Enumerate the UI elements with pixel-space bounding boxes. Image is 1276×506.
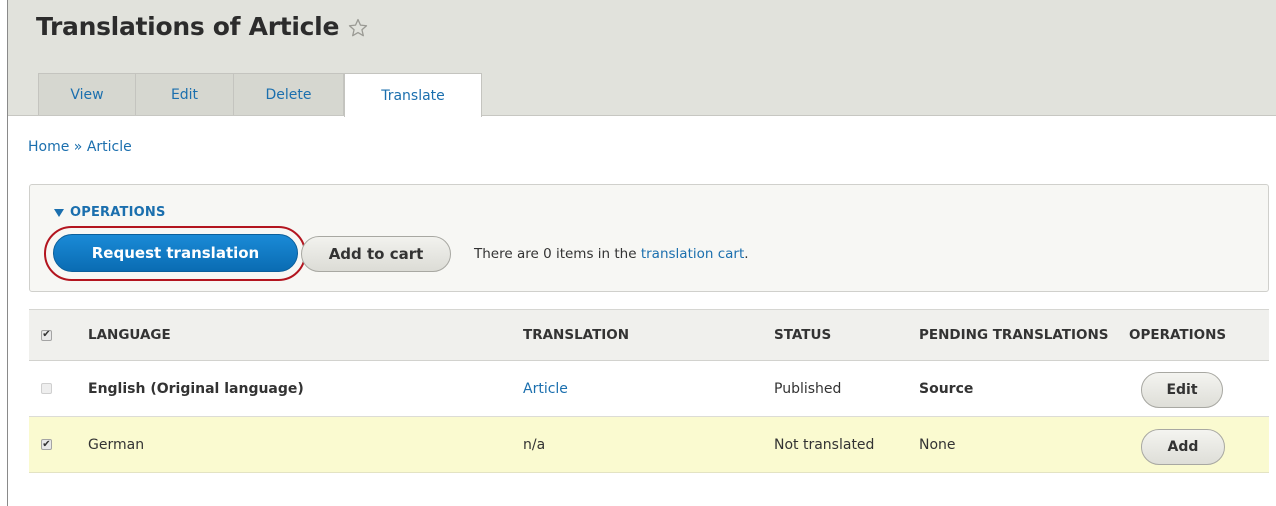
tab-edit[interactable]: Edit xyxy=(136,73,234,115)
page-title: Translations of Article xyxy=(36,12,340,41)
row-status: Not translated xyxy=(774,436,875,453)
operations-panel: OPERATIONS Request translation Add to ca… xyxy=(29,184,1269,292)
tab-delete[interactable]: Delete xyxy=(234,73,344,115)
star-icon[interactable] xyxy=(347,16,369,38)
row-pending: None xyxy=(919,436,956,453)
table-row: ✔ German n/a Not translated None Add xyxy=(29,417,1269,473)
row-checkbox[interactable]: ✔ xyxy=(41,439,52,450)
triangle-down-icon xyxy=(54,208,64,217)
row-checkbox[interactable] xyxy=(41,383,52,394)
add-button[interactable]: Add xyxy=(1141,428,1225,465)
column-header-status: STATUS xyxy=(774,327,832,343)
column-header-pending-translations: PENDING TRANSLATIONS xyxy=(919,327,1109,343)
row-operations-cell: Add xyxy=(1129,417,1225,472)
breadcrumb: Home » Article xyxy=(28,139,132,155)
table-row: English (Original language) Article Publ… xyxy=(29,361,1269,417)
row-checkbox-cell xyxy=(41,361,52,416)
row-pending: Source xyxy=(919,380,974,397)
translations-table: ✔ LANGUAGE TRANSLATION STATUS PENDING TR… xyxy=(29,309,1269,473)
row-status: Published xyxy=(774,380,842,397)
operations-summary-label: OPERATIONS xyxy=(70,205,166,220)
page-title-row: Translations of Article xyxy=(36,12,369,41)
column-header-language[interactable]: LANGUAGE xyxy=(88,310,171,360)
row-operations-cell: Edit xyxy=(1129,361,1223,416)
column-header-translation: TRANSLATION xyxy=(523,327,630,343)
cart-message-prefix: There are 0 items in the xyxy=(474,246,641,262)
row-checkbox-cell: ✔ xyxy=(41,417,52,472)
cart-message-suffix: . xyxy=(744,246,749,262)
row-language: German xyxy=(88,436,145,453)
request-translation-button[interactable]: Request translation xyxy=(53,234,298,272)
page: Translations of Article View Edit Delete… xyxy=(0,0,1276,506)
page-header: Translations of Article View Edit Delete… xyxy=(8,0,1276,117)
primary-tabs: View Edit Delete Translate xyxy=(38,73,482,117)
cart-status-message: There are 0 items in the translation car… xyxy=(474,246,749,262)
add-to-cart-button[interactable]: Add to cart xyxy=(301,236,451,272)
breadcrumb-article-link[interactable]: Article xyxy=(87,139,132,155)
header-checkbox-cell: ✔ xyxy=(41,310,52,360)
translation-cart-link[interactable]: translation cart xyxy=(641,246,744,262)
select-all-checkbox[interactable]: ✔ xyxy=(41,329,52,341)
operations-toggle[interactable]: OPERATIONS xyxy=(54,205,166,220)
row-language: English (Original language) xyxy=(88,380,304,397)
tab-translate[interactable]: Translate xyxy=(344,73,482,117)
tab-view[interactable]: View xyxy=(38,73,136,115)
row-translation-link[interactable]: Article xyxy=(523,361,568,416)
row-translation: n/a xyxy=(523,436,546,453)
breadcrumb-separator: » xyxy=(73,139,87,155)
column-header-operations: OPERATIONS xyxy=(1129,327,1227,343)
edit-button[interactable]: Edit xyxy=(1141,371,1223,408)
table-header-row: ✔ LANGUAGE TRANSLATION STATUS PENDING TR… xyxy=(29,309,1269,361)
breadcrumb-home-link[interactable]: Home xyxy=(28,139,69,155)
